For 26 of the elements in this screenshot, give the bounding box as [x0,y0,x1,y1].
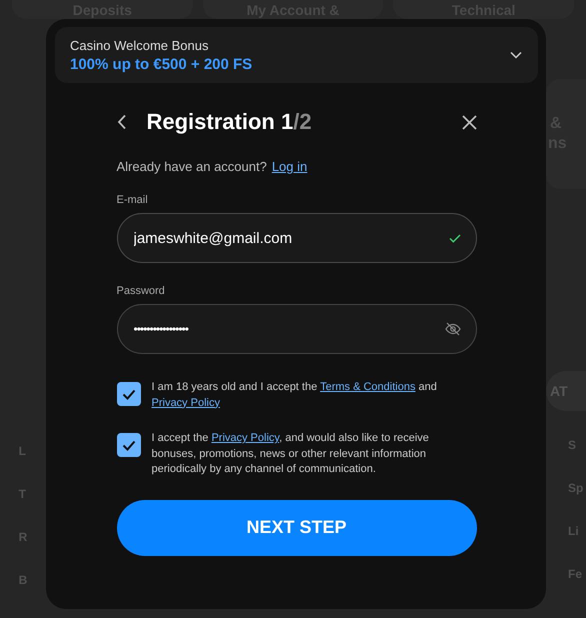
modal-title: Registration 1/2 [146,109,313,135]
caret-icon[interactable] [510,51,522,59]
check-icon [122,388,136,400]
bonus-panel[interactable]: Casino Welcome Bonus 100% up to €500 + 200 FS [55,27,538,83]
field-label: Password [116,285,166,297]
login-link[interactable]: Log in [272,159,308,174]
eye-off-icon[interactable] [444,321,460,337]
password-field[interactable]: ••••••••••••••••• [116,304,476,354]
policy-link[interactable]: Privacy Policy [152,396,220,408]
background-card-text: & [549,114,563,134]
consent-text: I am 18 years old and I accept the Terms & Conditions and Privacy Policy [152,380,438,410]
check-icon [448,234,460,242]
close-button[interactable] [462,114,476,130]
bonus-title: Casino Welcome Bonus [70,38,210,52]
next-step-button[interactable]: NEXT STEP [116,500,476,556]
login-prompt: Already have an account? [116,159,267,174]
back-button[interactable] [116,114,126,130]
checkbox[interactable] [116,382,140,406]
policy-link[interactable]: Privacy Policy [211,432,280,444]
checkbox[interactable] [116,433,140,457]
policy-link[interactable]: Terms & Conditions [320,381,416,393]
bonus-offer: 100% up to €500 + 200 FS [70,56,252,72]
consent-text: I accept the Privacy Policy, and would also like to receive bonuses, promotions, news or other relevant information periodically by any channel of communication. [152,431,430,477]
field-label: E-mail [116,194,149,206]
check-icon [122,440,136,450]
email-field[interactable]: jameswhite@gmail.com [116,213,476,263]
